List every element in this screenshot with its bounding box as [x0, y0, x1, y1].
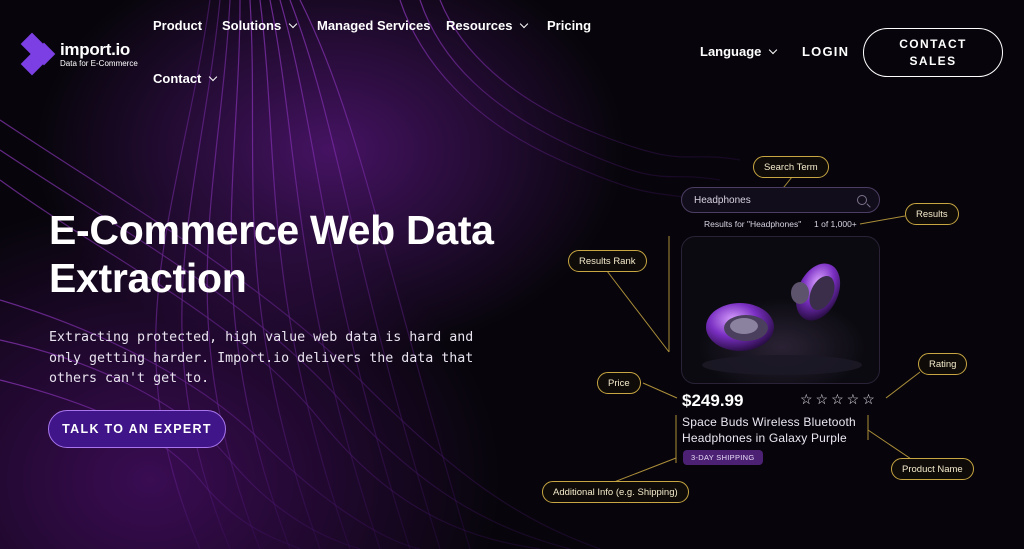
nav-solutions[interactable]: Solutions [222, 18, 298, 33]
star-icon: ☆☆☆☆☆ [800, 391, 878, 407]
language-label: Language [700, 44, 762, 59]
nav-contact-label: Contact [153, 71, 202, 86]
contact-sales-button[interactable]: CONTACT SALES [863, 28, 1003, 77]
tag-search-term: Search Term [753, 156, 829, 178]
nav-product[interactable]: Product [153, 18, 202, 33]
search-input[interactable]: Headphones [681, 187, 880, 213]
tag-additional-info: Additional Info (e.g. Shipping) [542, 481, 689, 503]
language-selector[interactable]: Language [700, 44, 778, 59]
tag-product-name: Product Name [891, 458, 974, 480]
chevron-down-icon [288, 19, 298, 28]
tag-price: Price [597, 372, 641, 394]
chevron-down-icon [769, 45, 778, 54]
tag-results: Results [905, 203, 959, 225]
login-link[interactable]: LOGIN [802, 44, 849, 59]
brand-name: import.io [60, 40, 131, 59]
tag-rating: Rating [918, 353, 968, 375]
chevron-down-icon [209, 72, 218, 81]
results-count: 1 of 1,000+ [814, 219, 857, 229]
nav-managed-services-label: Managed Services [317, 18, 431, 33]
hero-subtitle: Extracting protected, high value web dat… [49, 330, 474, 386]
nav-product-label: Product [153, 18, 203, 33]
product-image [681, 236, 880, 384]
nav-managed-services[interactable]: Managed Services [317, 18, 430, 33]
product-price: $249.99 [682, 391, 744, 410]
hero-title: E-Commerce Web Data Extraction [49, 207, 494, 301]
nav-contact[interactable]: Contact [153, 71, 218, 86]
results-text: Results for "Headphones" [704, 219, 802, 229]
nav-pricing-label: Pricing [547, 18, 592, 33]
tag-results-rank: Results Rank [568, 250, 647, 272]
brand-tagline: Data for E-Commerce [60, 59, 138, 68]
talk-to-expert-button[interactable]: TALK TO AN EXPERT [48, 410, 226, 448]
search-value: Headphones [694, 194, 751, 206]
nav-pricing[interactable]: Pricing [547, 18, 591, 33]
brand-logo[interactable]: import.io Data for E-Commerce [20, 32, 138, 76]
nav-resources[interactable]: Resources [446, 18, 529, 33]
nav-solutions-label: Solutions [222, 18, 282, 33]
earbuds-illustration [702, 263, 862, 375]
chevron-down-icon [520, 19, 529, 28]
logo-diamond-icon [20, 32, 56, 76]
search-icon [857, 195, 867, 205]
product-name: Space Buds Wireless Bluetooth Headphones… [682, 415, 856, 445]
nav-resources-label: Resources [446, 18, 513, 33]
shipping-badge: 3-DAY SHIPPING [683, 450, 763, 465]
